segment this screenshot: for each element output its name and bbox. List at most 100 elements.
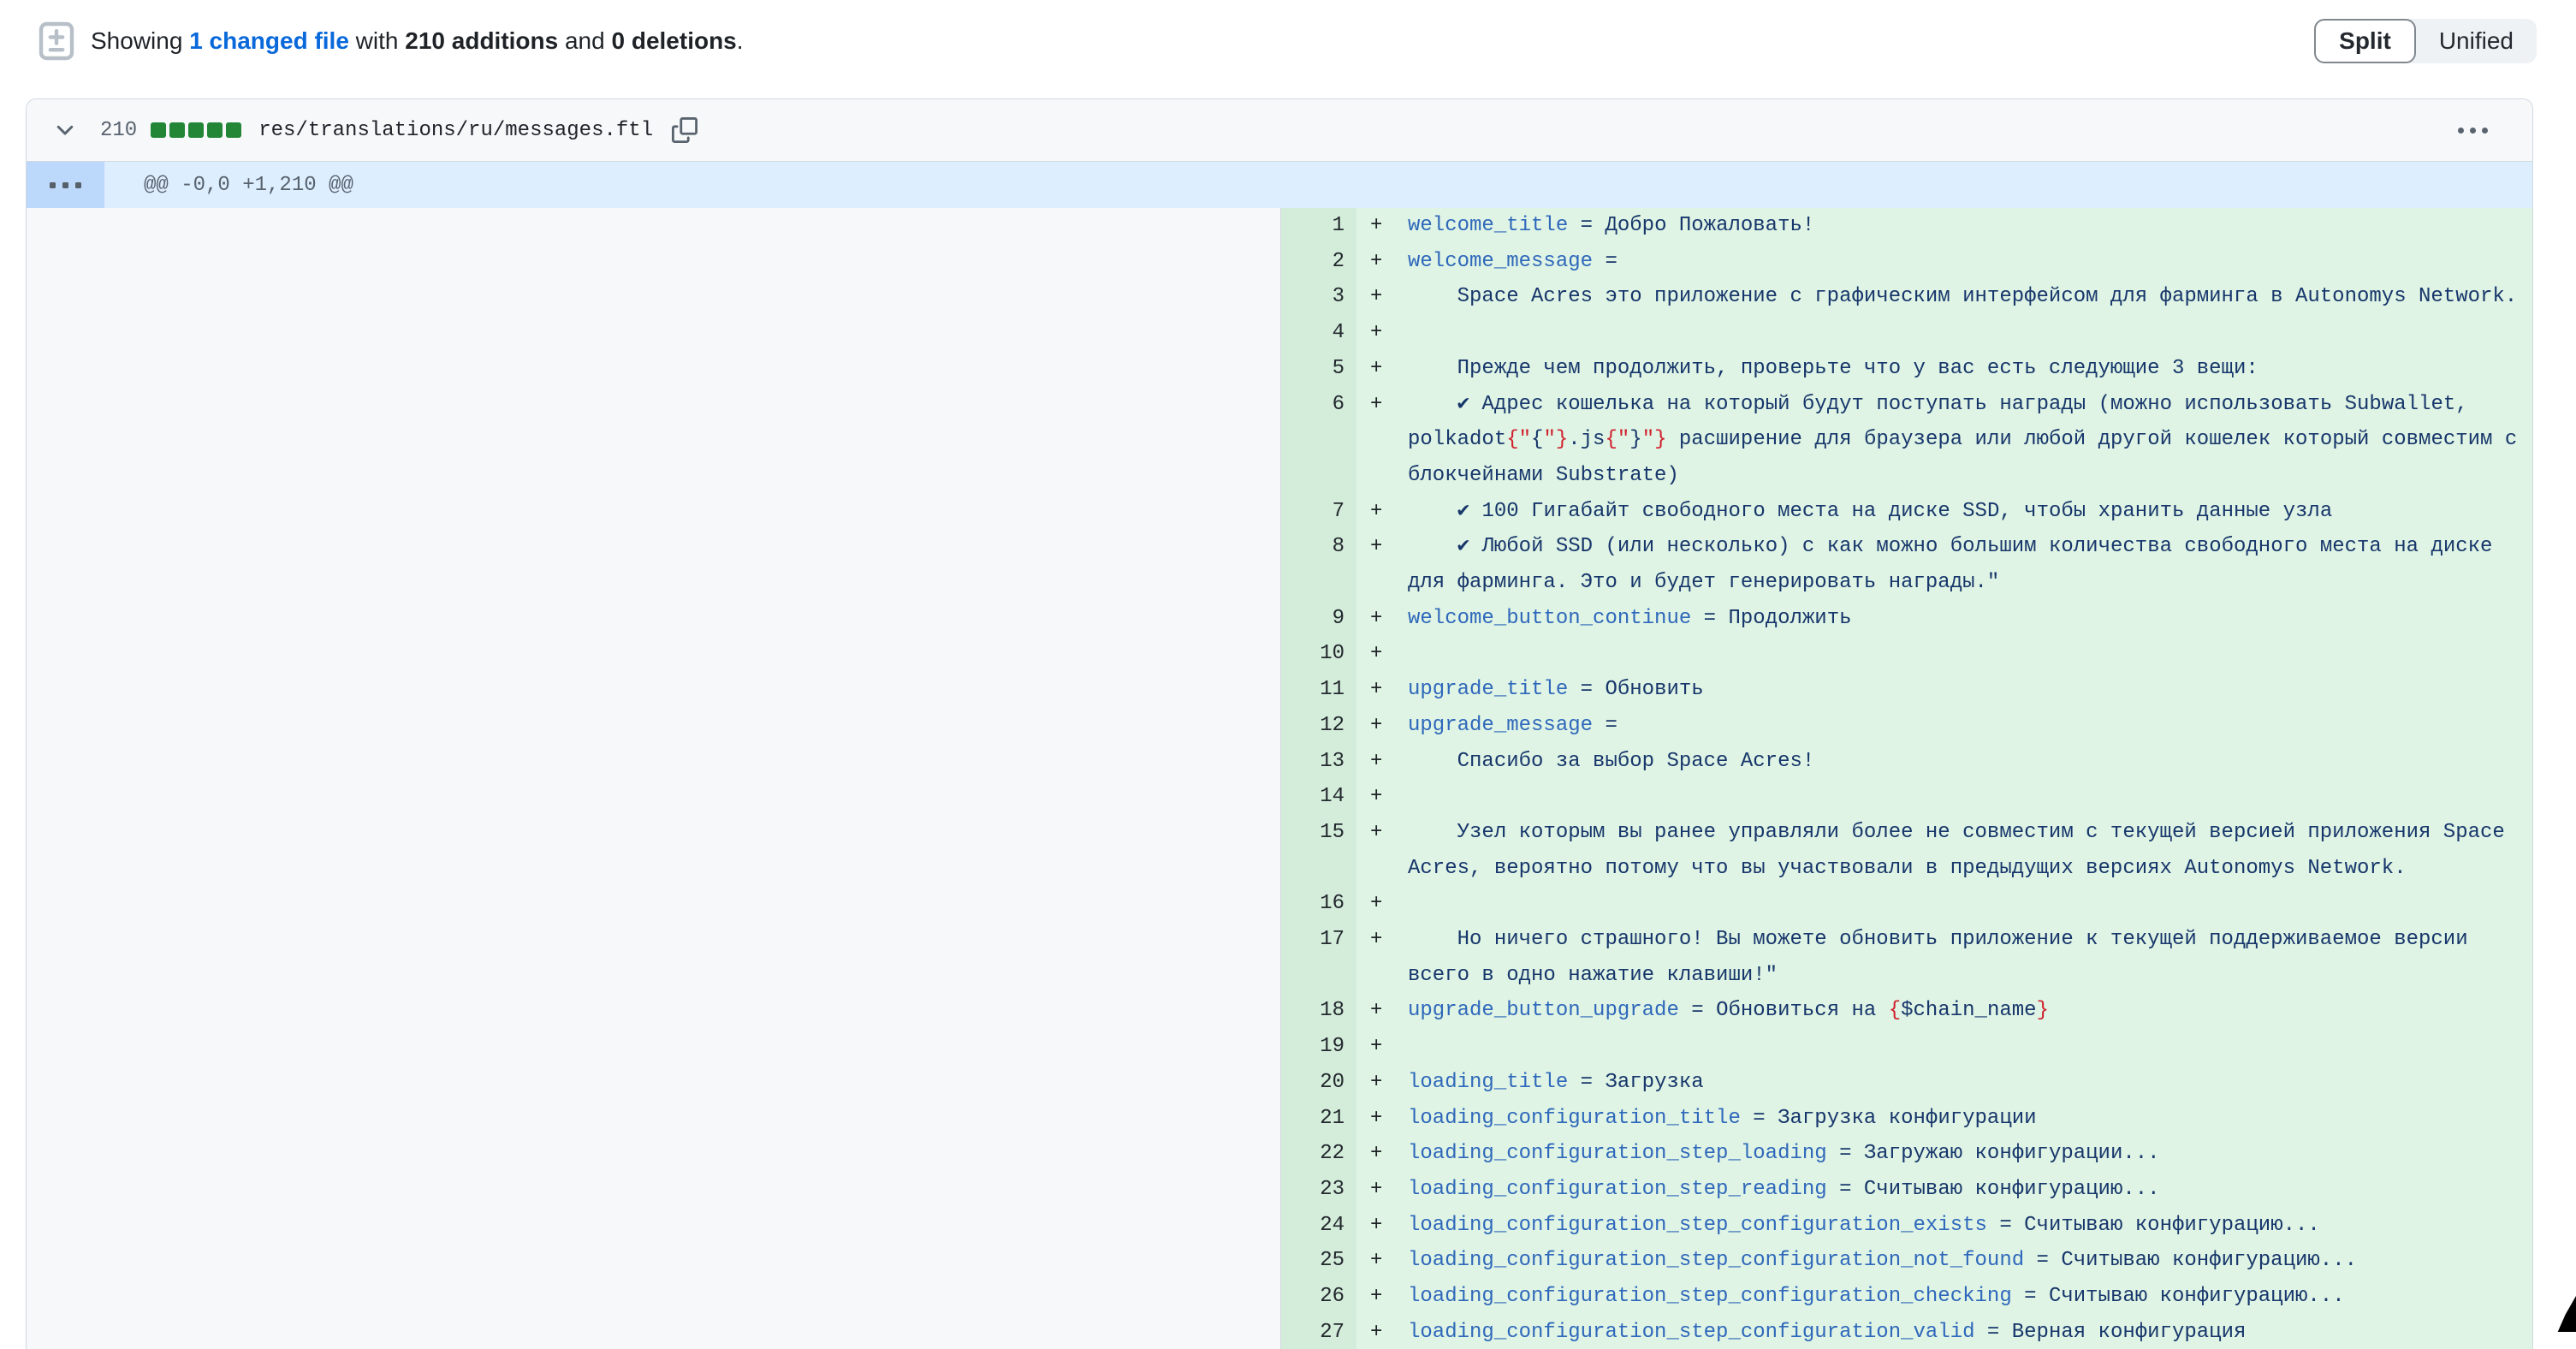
- diff-row: 21+loading_configuration_title = Загрузк…: [1281, 1101, 2532, 1137]
- diff-row: 22+loading_configuration_step_loading = …: [1281, 1136, 2532, 1172]
- line-number[interactable]: 2: [1281, 244, 1356, 280]
- addition-marker: +: [1356, 815, 1408, 886]
- line-number[interactable]: 12: [1281, 708, 1356, 744]
- code-line: upgrade_button_upgrade = Обновиться на {…: [1408, 993, 2531, 1029]
- diff-summary-bar: Showing 1 changed file with 210 addition…: [38, 19, 744, 63]
- addition-marker: +: [1356, 244, 1408, 280]
- addition-marker: +: [1356, 1136, 1408, 1172]
- diff-row: 17+ Но ничего страшного! Вы можете обнов…: [1281, 922, 2532, 993]
- code-line: [1408, 779, 2531, 815]
- hunk-header-row: @@ -0,0 +1,210 @@: [27, 162, 2532, 208]
- line-number[interactable]: 22: [1281, 1136, 1356, 1172]
- line-number[interactable]: 15: [1281, 815, 1356, 886]
- line-number[interactable]: 16: [1281, 886, 1356, 922]
- diff-row: 13+ Спасибо за выбор Space Acres!: [1281, 744, 2532, 780]
- addition-marker: +: [1356, 208, 1408, 244]
- line-number[interactable]: 8: [1281, 529, 1356, 600]
- deletions-count: 0 deletions: [611, 27, 736, 54]
- diff-row: 24+loading_configuration_step_configurat…: [1281, 1208, 2532, 1244]
- addition-marker: +: [1356, 601, 1408, 637]
- code-line: [1408, 1029, 2531, 1065]
- code-line: welcome_title = Добро Пожаловать!: [1408, 208, 2531, 244]
- line-number[interactable]: 14: [1281, 779, 1356, 815]
- changed-files-link[interactable]: 1 changed file: [189, 27, 349, 54]
- file-options-kebab-icon[interactable]: [2449, 119, 2496, 142]
- diff-row: 3+ Space Acres это приложение с графичес…: [1281, 279, 2532, 315]
- addition-marker: +: [1356, 922, 1408, 993]
- left-empty-pane: [27, 208, 1281, 1349]
- code-line: ✔ Адрес кошелька на который будут поступ…: [1408, 387, 2531, 494]
- line-number[interactable]: 1: [1281, 208, 1356, 244]
- code-line: upgrade_title = Обновить: [1408, 672, 2531, 708]
- code-line: [1408, 636, 2531, 672]
- addition-marker: +: [1356, 744, 1408, 780]
- diff-row: 10+: [1281, 636, 2532, 672]
- diff-row: 4+: [1281, 315, 2532, 351]
- code-line: upgrade_message =: [1408, 708, 2531, 744]
- code-line: welcome_message =: [1408, 244, 2531, 280]
- line-number[interactable]: 21: [1281, 1101, 1356, 1137]
- addition-marker: +: [1356, 1065, 1408, 1101]
- addition-marker: +: [1356, 993, 1408, 1029]
- split-view-button[interactable]: Split: [2314, 19, 2416, 63]
- diff-row: 9+welcome_button_continue = Продолжить: [1281, 601, 2532, 637]
- line-number[interactable]: 18: [1281, 993, 1356, 1029]
- line-number[interactable]: 7: [1281, 494, 1356, 530]
- line-number[interactable]: 20: [1281, 1065, 1356, 1101]
- addition-marker: +: [1356, 279, 1408, 315]
- line-number[interactable]: 9: [1281, 601, 1356, 637]
- file-name-link[interactable]: res/translations/ru/messages.ftl: [258, 119, 653, 142]
- line-number[interactable]: 23: [1281, 1172, 1356, 1208]
- diff-row: 18+upgrade_button_upgrade = Обновиться н…: [1281, 993, 2532, 1029]
- diff-row: 23+loading_configuration_step_reading = …: [1281, 1172, 2532, 1208]
- addition-marker: +: [1356, 779, 1408, 815]
- addition-marker: +: [1356, 315, 1408, 351]
- copy-path-button[interactable]: [668, 114, 701, 146]
- collapse-file-button[interactable]: [49, 114, 81, 146]
- diff-row: 19+: [1281, 1029, 2532, 1065]
- addition-marker: +: [1356, 1029, 1408, 1065]
- code-line: ✔ 100 Гигабайт свободного места на диске…: [1408, 494, 2531, 530]
- additions-count: 210 additions: [405, 27, 558, 54]
- diffstat-count: 210: [100, 119, 137, 142]
- split-diff-body: 1+welcome_title = Добро Пожаловать!2+wel…: [27, 208, 2532, 1349]
- diff-row: 26+loading_configuration_step_configurat…: [1281, 1279, 2532, 1315]
- addition-marker: +: [1356, 387, 1408, 494]
- line-number[interactable]: 26: [1281, 1279, 1356, 1315]
- line-number[interactable]: 24: [1281, 1208, 1356, 1244]
- code-line: Прежде чем продолжить, проверьте что у в…: [1408, 351, 2531, 387]
- line-number[interactable]: 5: [1281, 351, 1356, 387]
- addition-marker: +: [1356, 1101, 1408, 1137]
- code-line: [1408, 315, 2531, 351]
- line-number[interactable]: 25: [1281, 1243, 1356, 1279]
- line-number[interactable]: 13: [1281, 744, 1356, 780]
- line-number[interactable]: 6: [1281, 387, 1356, 494]
- file-header: 210 res/translations/ru/messages.ftl: [27, 99, 2532, 162]
- diff-row: 14+: [1281, 779, 2532, 815]
- diff-row: 25+loading_configuration_step_configurat…: [1281, 1243, 2532, 1279]
- line-number[interactable]: 10: [1281, 636, 1356, 672]
- line-number[interactable]: 17: [1281, 922, 1356, 993]
- code-line: loading_configuration_step_configuration…: [1408, 1279, 2531, 1315]
- unified-view-button[interactable]: Unified: [2416, 19, 2537, 63]
- code-line: Но ничего страшного! Вы можете обновить …: [1408, 922, 2531, 993]
- code-line: loading_configuration_step_configuration…: [1408, 1208, 2531, 1244]
- diff-view-toggle: Split Unified: [2314, 19, 2537, 63]
- diff-row: 5+ Прежде чем продолжить, проверьте что …: [1281, 351, 2532, 387]
- line-number[interactable]: 4: [1281, 315, 1356, 351]
- addition-marker: +: [1356, 529, 1408, 600]
- code-line: welcome_button_continue = Продолжить: [1408, 601, 2531, 637]
- expand-hunk-icon[interactable]: [27, 162, 104, 208]
- code-line: loading_configuration_step_reading = Счи…: [1408, 1172, 2531, 1208]
- addition-marker: +: [1356, 1172, 1408, 1208]
- line-number[interactable]: 19: [1281, 1029, 1356, 1065]
- diff-row: 11+upgrade_title = Обновить: [1281, 672, 2532, 708]
- diff-row: 2+welcome_message =: [1281, 244, 2532, 280]
- mouse-cursor: [2554, 1296, 2576, 1332]
- line-number[interactable]: 3: [1281, 279, 1356, 315]
- code-line: loading_configuration_title = Загрузка к…: [1408, 1101, 2531, 1137]
- line-number[interactable]: 11: [1281, 672, 1356, 708]
- addition-marker: +: [1356, 1243, 1408, 1279]
- code-line: ✔ Любой SSD (или несколько) с как можно …: [1408, 529, 2531, 600]
- diff-row: 7+ ✔ 100 Гигабайт свободного места на ди…: [1281, 494, 2532, 530]
